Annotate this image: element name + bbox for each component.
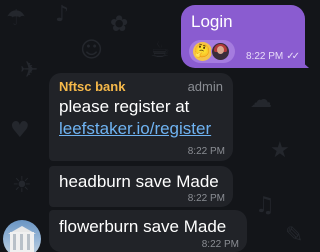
message-text: Login [191,12,233,31]
doodle-icon: ☺ [80,38,103,63]
sender-avatar[interactable] [3,220,41,252]
message-meta: 8:22 PM ✓✓ [245,51,300,62]
doodle-icon: ♥ [10,118,30,143]
incoming-message[interactable]: flowerburn save Made 8:22 PM [49,210,247,252]
message-time: 8:22 PM [187,193,225,204]
reactor-avatar [211,42,230,61]
message-text: headburn save Made [59,172,219,191]
double-check-icon: ✓✓ [286,51,300,62]
message-time: 8:22 PM [201,239,239,250]
doodle-icon: ✎ [285,223,304,248]
sender-role-badge: admin [187,79,223,94]
doodle-icon: ☕ [150,38,170,63]
incoming-message[interactable]: Nftsc bank admin please register at leef… [49,73,233,161]
message-reactions[interactable]: 🤔 [189,40,235,63]
doodle-icon: ☂ [6,6,26,31]
doodle-icon: ☀ [12,173,32,198]
sender-name[interactable]: Nftsc bank [59,79,125,94]
doodle-icon: ♪ [55,2,70,27]
message-time: 8:22 PM [245,51,284,62]
incoming-message[interactable]: headburn save Made 8:22 PM [49,166,233,207]
message-text: flowerburn save Made [59,217,227,236]
doodle-icon: ♫ [255,193,275,218]
bubble-tail [300,60,309,68]
message-link[interactable]: leefstaker.io/register [59,119,211,139]
doodle-icon: ☁ [250,88,272,113]
outgoing-message[interactable]: Login 🤔 8:22 PM ✓✓ [181,5,305,68]
thinking-emoji-reaction[interactable]: 🤔 [193,42,212,61]
doodle-icon: ✈ [20,58,39,83]
doodle-icon: ★ [270,138,290,163]
message-time: 8:22 PM [187,146,225,157]
doodle-icon: ✿ [110,12,129,37]
message-text: please register at [59,97,190,116]
